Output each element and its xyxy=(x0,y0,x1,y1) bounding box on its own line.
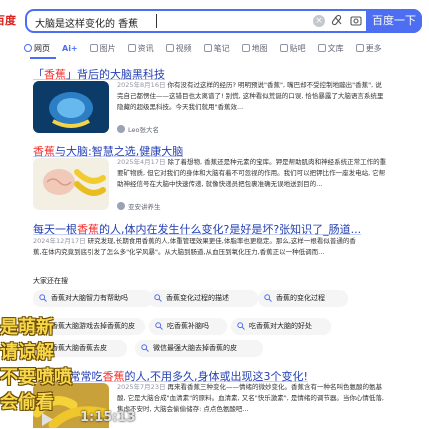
search-tabs: 网页 Ai+ 图片 资讯 视频 笔记 地图 贴吧 文库 更多 xyxy=(24,40,424,56)
overlay-caption: 不要喷喷 xyxy=(0,367,72,388)
video-player-bar: 1:15:13 xyxy=(0,410,429,429)
search-icon xyxy=(155,322,163,330)
tab-news[interactable]: 资讯 xyxy=(127,40,154,56)
tab-more[interactable]: 更多 xyxy=(355,40,382,56)
play-icon[interactable] xyxy=(40,412,54,427)
search-icon xyxy=(39,294,47,302)
tab-ai[interactable]: Ai+ xyxy=(62,40,78,56)
search-icon xyxy=(154,294,162,302)
result-thumbnail[interactable] xyxy=(33,81,109,133)
news-icon xyxy=(127,44,136,52)
note-icon xyxy=(203,44,212,52)
search-bar[interactable]: 大脑是这样变化的 香蕉 × 百度一下 xyxy=(25,9,422,33)
related-search-chip[interactable]: 吃香蕉补脑吗 xyxy=(149,318,227,335)
tab-label: 资讯 xyxy=(137,43,154,53)
source-avatar-icon xyxy=(117,125,125,133)
tab-notes[interactable]: 笔记 xyxy=(203,40,230,56)
web-icon xyxy=(24,44,32,52)
result-source[interactable]: 亚安讲养生 xyxy=(117,201,161,211)
tab-label: 视频 xyxy=(175,43,192,53)
related-search-chip[interactable]: 香蕉对大脑智力有帮助吗 xyxy=(33,290,153,307)
overlay-caption: 是萌新 xyxy=(0,317,54,338)
more-icon xyxy=(355,44,364,52)
related-search-chip[interactable]: 香蕉的变化过程 xyxy=(258,290,348,307)
result-snippet: 2024年12月17日 研究发现,长期食用香蕉的人,体重管理效果更佳,体脂率也更… xyxy=(33,237,356,256)
tieba-icon xyxy=(279,44,288,52)
search-button[interactable]: 百度一下 xyxy=(366,9,422,33)
active-tab-indicator xyxy=(30,57,56,59)
search-result: 香蕉与大脑:智慧之选,健康大脑 2025年4月17日 除了着想物, 香蕉还是种元… xyxy=(33,143,423,213)
tab-wenku[interactable]: 文库 xyxy=(317,40,344,56)
overlay-caption: 请谅解 xyxy=(0,342,54,363)
tab-label: 地图 xyxy=(251,43,268,53)
camera-icon[interactable] xyxy=(331,14,345,28)
related-search-chip[interactable]: 微信最强大脑去掉香蕉的皮 xyxy=(135,340,263,357)
tab-tieba[interactable]: 贴吧 xyxy=(279,40,306,56)
tab-map[interactable]: 地图 xyxy=(241,40,268,56)
result-thumbnail[interactable] xyxy=(33,158,109,210)
tab-label: 图片 xyxy=(99,43,116,53)
video-icon xyxy=(165,44,174,52)
tab-label: Ai+ xyxy=(62,43,78,53)
image-icon xyxy=(89,44,98,52)
related-search-chip[interactable]: 吃香蕉对大脑的好处 xyxy=(231,318,331,335)
tab-web[interactable]: 网页 xyxy=(24,40,50,56)
tab-images[interactable]: 图片 xyxy=(89,40,116,56)
clear-icon[interactable]: × xyxy=(313,15,325,27)
result-source[interactable]: Leo张大名 xyxy=(117,124,159,134)
playback-time: 1:15:13 xyxy=(80,410,136,425)
result-snippet: 2025年8月16日 你有没有过这样的经历? 明明预说"香蕉", 嘴巴却不受控制… xyxy=(117,81,384,111)
text-cursor xyxy=(156,14,157,28)
search-input[interactable]: 大脑是这样变化的 香蕉 xyxy=(35,15,138,30)
wenku-icon xyxy=(317,44,326,52)
related-search-chip[interactable]: 香蕉变化过程的描述 xyxy=(148,290,258,307)
tab-label: 笔记 xyxy=(213,43,230,53)
tab-label: 贴吧 xyxy=(289,43,306,53)
source-avatar-icon xyxy=(117,202,125,210)
search-icon xyxy=(237,322,245,330)
tab-label: 文库 xyxy=(327,43,344,53)
tab-label: 网页 xyxy=(34,43,50,53)
map-icon xyxy=(241,44,250,52)
result-title[interactable]: 每天一根香蕉的人,体内在发生什么变化?是好是坏?张知识了_肠道... xyxy=(33,221,423,237)
search-icon xyxy=(264,294,272,302)
search-icon xyxy=(141,344,149,352)
search-result: 每天一根香蕉的人,体内在发生什么变化?是好是坏?张知识了_肠道... 2024年… xyxy=(33,221,423,265)
related-searches-header: 大家还在搜 xyxy=(33,277,68,285)
result-snippet: 2025年4月17日 除了着想物, 香蕉还是种元素的宝库。钾是帮助肌肉和神经系统… xyxy=(117,158,387,188)
tab-label: 更多 xyxy=(365,43,382,53)
tab-video[interactable]: 视频 xyxy=(165,40,192,56)
image-search-icon[interactable] xyxy=(349,14,363,28)
baidu-logo[interactable]: 百度 xyxy=(0,12,16,32)
search-result: 「香蕉」背后的大脑黑科技 2025年8月16日 你有没有过这样的经历? 明明预说… xyxy=(33,66,423,136)
